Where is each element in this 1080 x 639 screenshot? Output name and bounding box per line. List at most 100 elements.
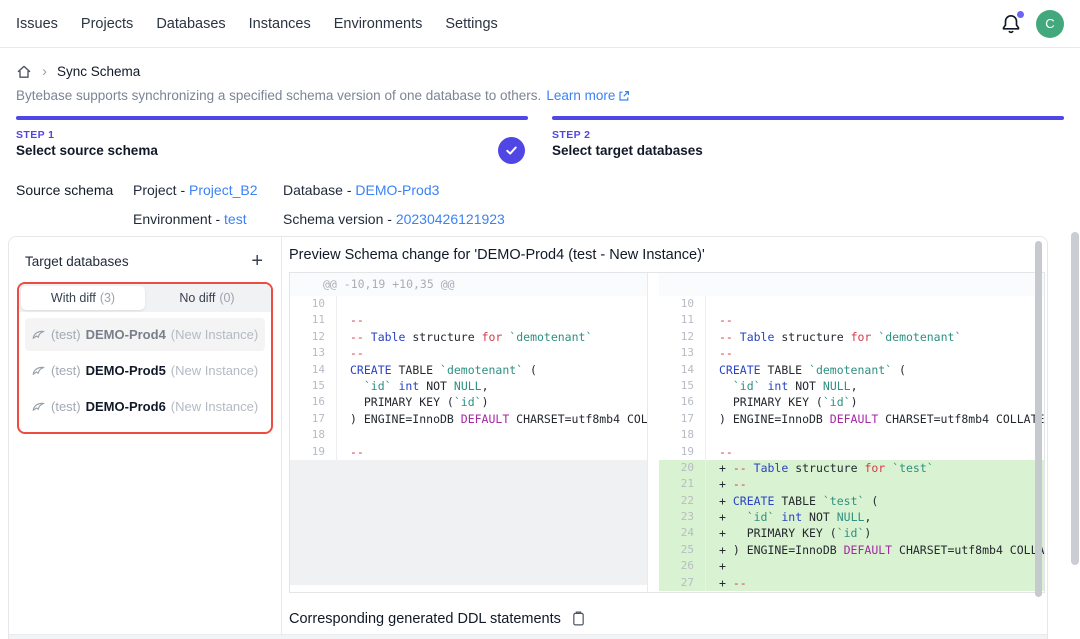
code-token: int (399, 379, 420, 393)
home-icon[interactable] (16, 64, 32, 80)
database-name: DEMO-Prod6 (86, 399, 166, 414)
line-code: -- (706, 312, 733, 328)
database-instance-suffix: (New Instance) (171, 327, 258, 342)
diff-line: 12-- Table structure for `demotenant` (290, 329, 647, 345)
ddl-block-top-edge (9, 634, 1047, 639)
code-token: DEFAULT (830, 412, 878, 426)
code-token: `test` (892, 461, 934, 475)
line-code: + ) ENGINE=InnoDB DEFAULT CHARSET=utf8mb… (706, 542, 1044, 558)
target-databases-panel: Target databases + With diff(3) No diff (0… (9, 237, 282, 639)
line-number: 16 (659, 394, 706, 410)
line-number: 19 (659, 444, 706, 460)
nav-item-instances[interactable]: Instances (249, 16, 311, 32)
notification-dot (1017, 11, 1024, 18)
code-token: `id` (733, 379, 761, 393)
diff-target-lines: 1011--12-- Table structure for `demotena… (659, 296, 1044, 591)
learn-more-link[interactable]: Learn more (546, 88, 630, 103)
code-token: TABLE (761, 363, 809, 377)
line-code (706, 296, 719, 312)
line-number: 20 (659, 460, 706, 476)
line-code: ) ENGINE=InnoDB DEFAULT CHARSET=utf8mb4 … (337, 411, 647, 427)
nav-item-projects[interactable]: Projects (81, 16, 133, 32)
hunk-header-right (659, 273, 1044, 296)
page-scrollbar[interactable] (1071, 232, 1079, 565)
source-field-value-link[interactable]: DEMO-Prod3 (355, 182, 439, 198)
code-token: structure (788, 461, 864, 475)
tab-label: No diff (179, 291, 215, 305)
code-token: `demotenant` (809, 363, 892, 377)
intro-description: Bytebase supports synchronizing a specif… (16, 88, 541, 103)
diff-line: 11-- (659, 312, 1044, 328)
target-databases-title: Target databases (25, 254, 129, 269)
nav-item-issues[interactable]: Issues (16, 16, 58, 32)
line-number: 19 (290, 444, 337, 460)
avatar[interactable]: C (1036, 10, 1064, 38)
step-1-title: Select source schema (16, 143, 528, 158)
code-token: + (719, 494, 733, 508)
diff-line: 13-- (290, 345, 647, 361)
diff-line: 24+ PRIMARY KEY (`id`) (659, 525, 1044, 541)
source-field-value-link[interactable]: Project_B2 (189, 182, 257, 198)
diff-line: 10 (290, 296, 647, 312)
external-link-icon (618, 90, 630, 102)
line-code: -- Table structure for `demotenant` (337, 329, 592, 345)
chevron-right-icon: › (42, 63, 47, 80)
target-database-item-demo-prod5[interactable]: (test)DEMO-Prod5(New Instance) (25, 354, 265, 387)
diff-line: 12-- Table structure for `demotenant` (659, 329, 1044, 345)
target-database-item-demo-prod6[interactable]: (test)DEMO-Prod6(New Instance) (25, 390, 265, 423)
line-code: -- (706, 444, 733, 460)
code-token: CHARSET=utf8mb4 COLLATE (509, 412, 647, 426)
top-nav: Issues Projects Databases Instances Environm… (0, 0, 1080, 48)
line-number: 25 (659, 542, 706, 558)
line-number: 12 (659, 329, 706, 345)
code-token (350, 379, 364, 393)
code-token: + (719, 477, 733, 491)
code-token: ( (892, 363, 906, 377)
code-token (719, 379, 733, 393)
source-field-database: Database - DEMO-Prod3 (283, 182, 1064, 198)
nav-right: C (1000, 10, 1064, 38)
code-token: CHARSET=utf8mb4 COLLATE (892, 543, 1044, 557)
code-token: `demotenant` (440, 363, 523, 377)
code-token: TABLE (774, 494, 822, 508)
line-code: + -- (706, 476, 747, 492)
mysql-dolphin-icon (31, 399, 46, 414)
source-field-project: Project - Project_B2 (133, 182, 283, 198)
step-2: STEP 2 Select target databases (552, 116, 1064, 164)
diff-filler-block (290, 460, 647, 585)
nav-item-environments[interactable]: Environments (334, 16, 423, 32)
add-target-database-button[interactable]: + (247, 251, 267, 271)
code-token: ) (851, 395, 858, 409)
app: { "colors": { "accent": "#4f46e5", "link… (0, 0, 1080, 639)
line-code: -- Table structure for `demotenant` (706, 329, 961, 345)
diff-line: 17) ENGINE=InnoDB DEFAULT CHARSET=utf8mb… (290, 411, 647, 427)
notifications-button[interactable] (1000, 13, 1022, 35)
nav-item-settings[interactable]: Settings (445, 16, 497, 32)
nav-item-databases[interactable]: Databases (156, 16, 225, 32)
target-database-item-demo-prod4[interactable]: (test)DEMO-Prod4(New Instance) (25, 318, 265, 351)
diff-line: 17) ENGINE=InnoDB DEFAULT CHARSET=utf8mb… (659, 411, 1044, 427)
code-token: structure (405, 330, 481, 344)
line-number: 18 (290, 427, 337, 443)
line-code: CREATE TABLE `demotenant` ( (706, 362, 906, 378)
diff-vertical-scrollbar[interactable] (1035, 241, 1042, 597)
tab-no-diff[interactable]: No diff (0) (145, 286, 269, 310)
line-code: `id` int NOT NULL, (706, 378, 858, 394)
code-token: ) ENGINE=InnoDB (719, 412, 830, 426)
code-token: NOT (802, 510, 837, 524)
code-token: Table (371, 330, 406, 344)
code-token: CREATE (719, 363, 761, 377)
target-databases-selection-box: With diff(3) No diff (0) (test)DEMO-Prod4(… (17, 282, 273, 434)
line-code: PRIMARY KEY (`id`) (337, 394, 489, 410)
copy-ddl-button[interactable] (570, 610, 587, 627)
line-code (706, 427, 719, 443)
source-field-value-link[interactable]: test (224, 211, 247, 227)
diff-line: 15 `id` int NOT NULL, (659, 378, 1044, 394)
source-field-schema-version: Schema version - 20230426121923 (283, 211, 1064, 227)
source-schema-label: Source schema (16, 182, 133, 227)
tab-count: (0) (219, 291, 234, 305)
diff-line: 15 `id` int NOT NULL, (290, 378, 647, 394)
tab-with-diff[interactable]: With diff(3) (21, 286, 145, 310)
source-field-value-link[interactable]: 20230426121923 (396, 211, 505, 227)
tab-label: With diff (51, 291, 96, 305)
